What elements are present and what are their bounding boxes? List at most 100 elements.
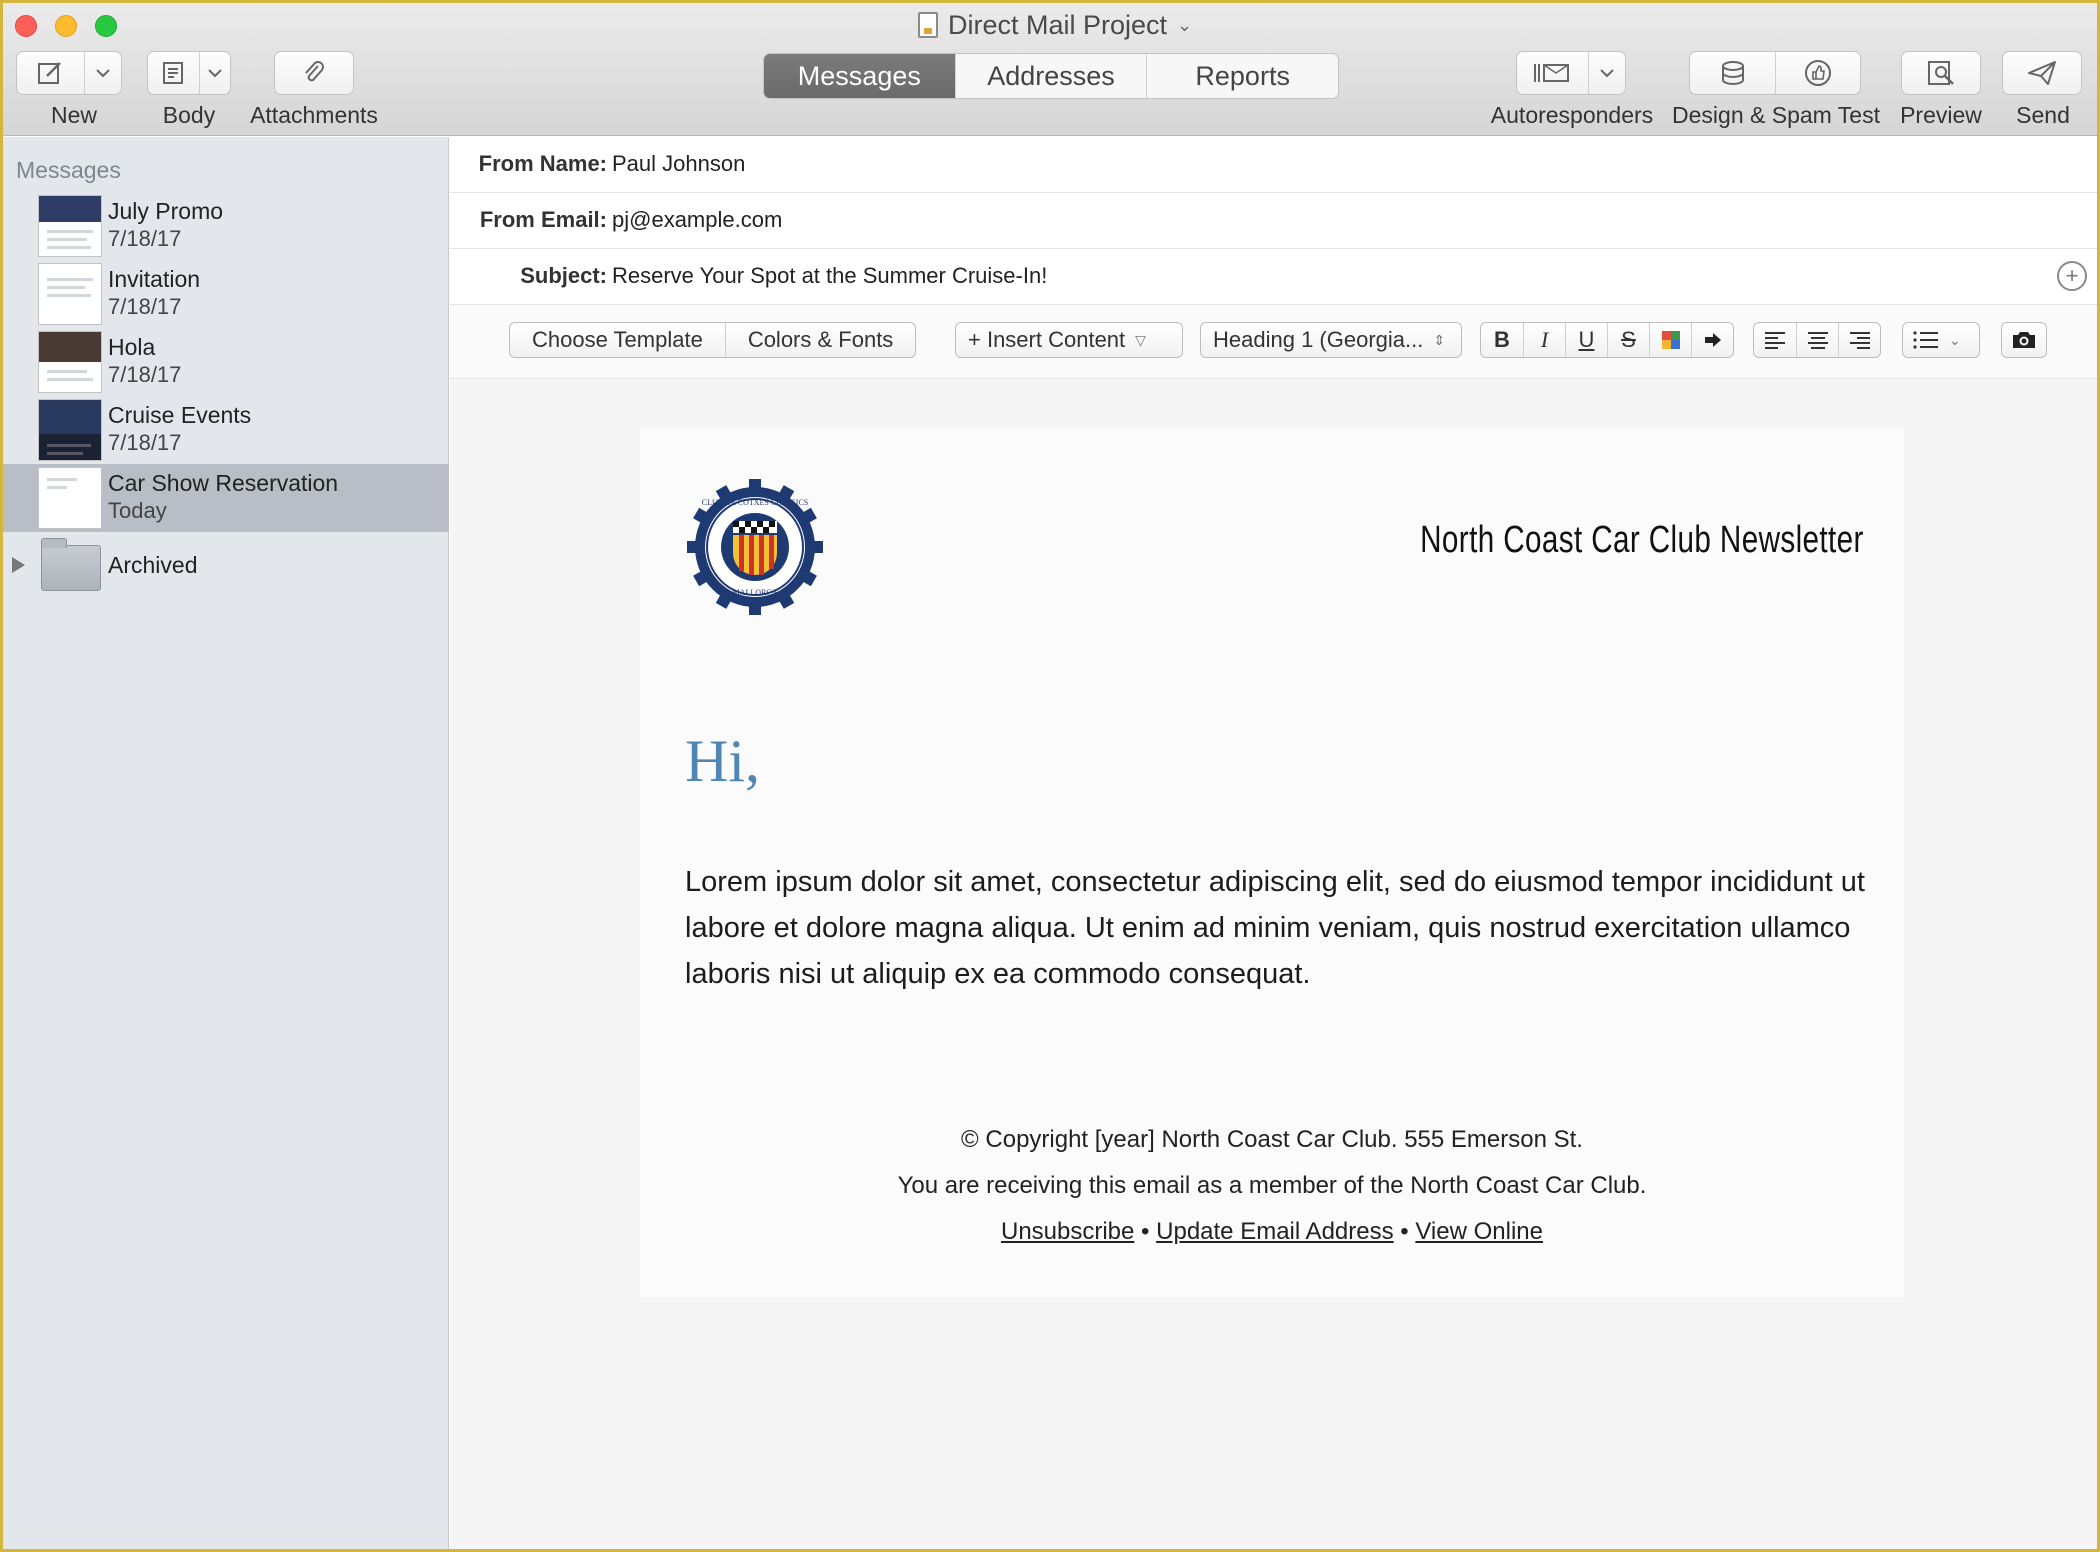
italic-button[interactable]: I — [1523, 323, 1565, 357]
message-date: Today — [108, 498, 167, 523]
message-thumbnail — [38, 467, 102, 529]
close-window-button[interactable] — [15, 15, 37, 37]
footer-membership-note: You are receiving this email as a member… — [897, 1172, 1647, 1199]
template-fonts-group: Choose Template Colors & Fonts — [509, 322, 917, 358]
attachments-button[interactable] — [274, 51, 354, 95]
body-dropdown-chevron-icon[interactable] — [198, 52, 230, 94]
chevron-down-icon: ▽ — [1135, 331, 1146, 348]
sidebar-folder-archived[interactable]: Archived — [3, 538, 449, 596]
view-online-link[interactable]: View Online — [1415, 1218, 1543, 1245]
format-toolbar: Choose Template Colors & Fonts + Insert … — [450, 305, 2097, 379]
text-color-button[interactable] — [1649, 323, 1691, 357]
from-name-field[interactable]: Paul Johnson — [612, 151, 745, 177]
tab-reports[interactable]: Reports — [1146, 54, 1338, 98]
link-separator: • — [1393, 1218, 1416, 1245]
tab-addresses[interactable]: Addresses — [954, 54, 1147, 98]
message-editor: From Name: Paul Johnson From Email: pj@e… — [450, 137, 2097, 1549]
subject-field[interactable]: Reserve Your Spot at the Summer Cruise-I… — [612, 263, 1047, 289]
sidebar-item-invitation[interactable]: Invitation 7/18/17 — [3, 260, 449, 328]
chevron-down-icon: ⌄ — [1177, 14, 1193, 35]
message-date: 7/18/17 — [108, 294, 182, 319]
autoresponders-chevron-icon[interactable] — [1587, 52, 1625, 94]
alignment-group — [1753, 322, 1881, 358]
logo-ring-text-top: CLUB DE COTXES CLÀSSICS — [702, 497, 808, 507]
thumbs-up-icon[interactable] — [1775, 52, 1860, 94]
toolbar: Direct Mail Project ⌄ New Body Attachmen… — [3, 3, 2097, 136]
sidebar-item-hola[interactable]: Hola 7/18/17 — [3, 328, 449, 396]
subject-row[interactable]: Subject: Reserve Your Spot at the Summer… — [450, 249, 2097, 305]
footer-links: Unsubscribe • Update Email Address • Vie… — [640, 1209, 1904, 1255]
zoom-window-button[interactable] — [95, 15, 117, 37]
sidebar-item-cruise-events[interactable]: Cruise Events 7/18/17 — [3, 396, 449, 464]
from-name-row[interactable]: From Name: Paul Johnson — [450, 137, 2097, 193]
strikethrough-button[interactable]: S — [1607, 323, 1649, 357]
align-left-button[interactable] — [1754, 323, 1796, 357]
body-template-icon[interactable] — [148, 52, 199, 94]
chevron-down-icon: ⌄ — [1949, 331, 1961, 348]
camera-icon — [2013, 332, 2035, 348]
paperclip-icon — [305, 61, 324, 82]
unsubscribe-link[interactable]: Unsubscribe — [1001, 1218, 1134, 1245]
autoresponder-icon[interactable] — [1517, 52, 1588, 94]
message-date: 7/18/17 — [108, 430, 182, 455]
disclosure-triangle-icon[interactable] — [12, 557, 25, 573]
underline-button[interactable]: U — [1565, 323, 1607, 357]
update-email-link[interactable]: Update Email Address — [1156, 1218, 1393, 1245]
paragraph-style-select[interactable]: Heading 1 (Georgia... ⇕ — [1200, 322, 1462, 358]
indent-button[interactable] — [1691, 323, 1733, 357]
sidebar-item-july-promo[interactable]: July Promo 7/18/17 — [3, 192, 449, 260]
insert-content-label: + Insert Content — [968, 327, 1126, 352]
choose-template-button[interactable]: Choose Template — [510, 323, 725, 357]
message-thumbnail — [38, 195, 102, 257]
send-button[interactable] — [2002, 51, 2082, 95]
email-body-canvas[interactable]: CLUB DE COTXES CLÀSSICS MALLORCA North C… — [640, 427, 1904, 1297]
app-window: Direct Mail Project ⌄ New Body Attachmen… — [3, 3, 2097, 1549]
bold-button[interactable]: B — [1481, 323, 1523, 357]
minimize-window-button[interactable] — [55, 15, 77, 37]
preview-button[interactable] — [1901, 51, 1981, 95]
autoresponders-button[interactable] — [1516, 51, 1626, 95]
body-button[interactable] — [147, 51, 231, 95]
message-thumbnail — [38, 399, 102, 461]
insert-image-button[interactable] — [2001, 322, 2047, 358]
database-icon[interactable] — [1690, 52, 1775, 94]
send-label: Send — [2016, 102, 2070, 128]
message-name: Cruise Events — [108, 402, 252, 428]
list-style-button[interactable]: ⌄ — [1902, 322, 1980, 358]
from-name-label: From Name: — [478, 151, 607, 176]
club-logo: CLUB DE COTXES CLÀSSICS MALLORCA — [687, 479, 823, 615]
message-thumbnail — [38, 331, 102, 393]
autoresponders-label: Autoresponders — [1490, 102, 1654, 128]
sidebar-heading: Messages — [16, 157, 121, 183]
from-email-field[interactable]: pj@example.com — [612, 207, 782, 233]
window-title[interactable]: Direct Mail Project ⌄ — [918, 9, 1192, 41]
design-spam-test-label: Design & Spam Test — [1672, 102, 1880, 128]
email-body-text: Lorem ipsum dolor sit amet, consectetur … — [685, 866, 1865, 990]
add-field-plus-icon[interactable]: + — [2057, 261, 2087, 291]
view-tabs: Messages Addresses Reports — [763, 53, 1339, 99]
email-greeting: Hi, — [685, 728, 760, 794]
compose-icon[interactable] — [17, 52, 84, 94]
from-email-row[interactable]: From Email: pj@example.com — [450, 193, 2097, 249]
email-footer: © Copyright [year] North Coast Car Club.… — [640, 1117, 1904, 1255]
new-button[interactable] — [16, 51, 122, 95]
tab-messages[interactable]: Messages — [764, 54, 955, 98]
preview-icon — [1928, 61, 1954, 85]
align-right-button[interactable] — [1838, 323, 1880, 357]
new-label: New — [50, 102, 97, 128]
colors-fonts-button[interactable]: Colors & Fonts — [724, 323, 916, 357]
sidebar-item-car-show-reservation[interactable]: Car Show Reservation Today — [3, 464, 449, 532]
align-center-button[interactable] — [1796, 323, 1838, 357]
align-left-icon — [1765, 332, 1785, 349]
insert-content-button[interactable]: + Insert Content ▽ — [955, 322, 1183, 358]
folder-name: Archived — [108, 552, 198, 578]
link-separator: • — [1134, 1218, 1157, 1245]
attachments-label: Attachments — [250, 102, 378, 128]
logo-ring-text-bottom: MALLORCA — [733, 588, 778, 597]
preview-label: Preview — [1900, 102, 1982, 128]
text-style-group: B I U S — [1480, 322, 1734, 358]
design-spam-test-button[interactable] — [1689, 51, 1861, 95]
new-dropdown-chevron-icon[interactable] — [83, 52, 121, 94]
message-name: Car Show Reservation — [108, 470, 339, 496]
message-date: 7/18/17 — [108, 362, 182, 387]
